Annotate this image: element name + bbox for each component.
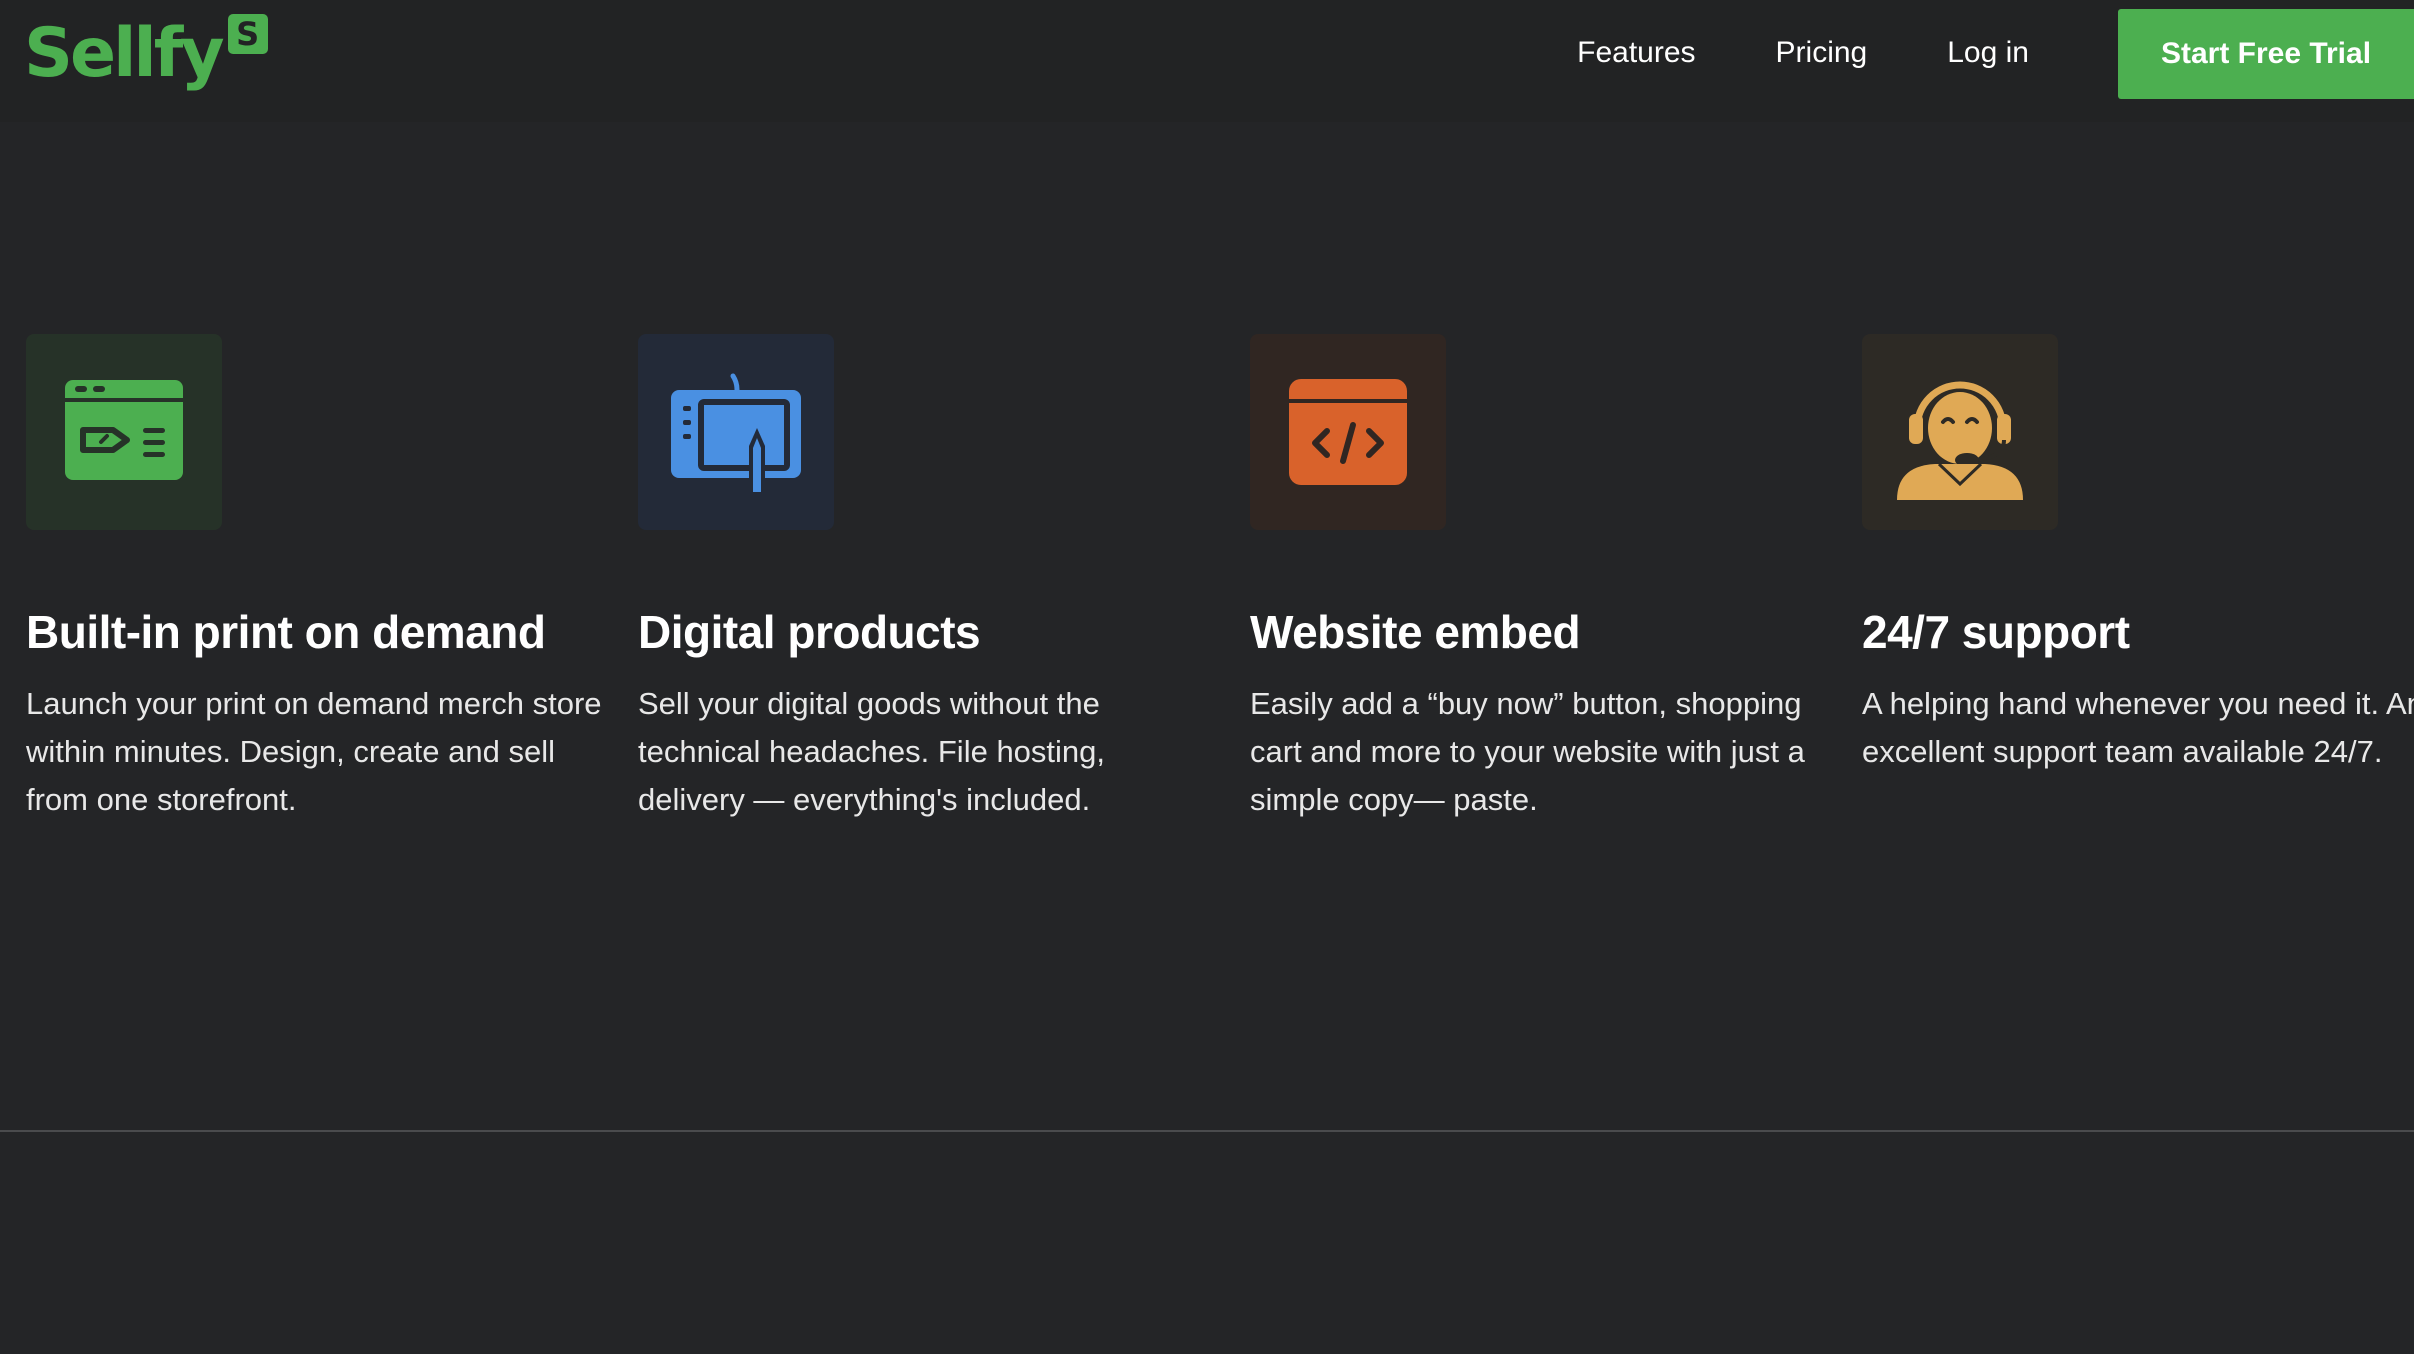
logo-badge: S <box>227 14 268 54</box>
feature-description: Sell your digital goods without the tech… <box>638 686 1106 817</box>
feature-title: Digital products <box>638 606 981 658</box>
feature-digital-products: Digital products Sell your digital goods… <box>638 334 1250 824</box>
support-agent-icon <box>1897 381 2023 500</box>
code-embed-icon <box>1289 379 1407 485</box>
print-on-demand-icon <box>65 380 183 480</box>
feature-description: Easily add a “buy now” button, shopping … <box>1250 686 1805 817</box>
drawing-tablet-icon <box>671 373 801 494</box>
feature-support: 24/7 support A helping hand whenever you… <box>1862 334 2414 824</box>
feature-print-on-demand: Built-in print on demand Launch your pri… <box>26 334 638 824</box>
code-embed-icon-tile <box>1250 334 1446 530</box>
support-agent-icon-tile <box>1862 334 2058 530</box>
feature-website-embed: Website embed Easily add a “buy now” but… <box>1250 334 1862 824</box>
feature-title: 24/7 support <box>1862 606 2130 658</box>
sellfy-logo[interactable]: Sellfy S <box>24 12 268 102</box>
start-free-trial-button[interactable]: Start Free Trial <box>2118 9 2414 99</box>
feature-title: Built-in print on demand <box>26 606 546 658</box>
drawing-tablet-icon-tile <box>638 334 834 530</box>
nav-login-link[interactable]: Log in <box>1947 36 2029 70</box>
main-nav: Features Pricing Log in Start Free Trial <box>1577 0 2414 106</box>
feature-description: Launch your print on demand merch store … <box>26 686 602 817</box>
nav-pricing-link[interactable]: Pricing <box>1776 36 1868 70</box>
feature-title: Website embed <box>1250 606 1581 658</box>
navbar: Sellfy S Features Pricing Log in Start F… <box>0 0 2414 122</box>
features-section: Built-in print on demand Launch your pri… <box>26 334 2414 824</box>
section-divider <box>0 1130 2414 1132</box>
nav-features-link[interactable]: Features <box>1577 36 1695 70</box>
feature-description: A helping hand whenever you need it. An … <box>1862 686 2414 769</box>
print-on-demand-icon-tile <box>26 334 222 530</box>
logo-text: Sellfy <box>24 14 225 93</box>
